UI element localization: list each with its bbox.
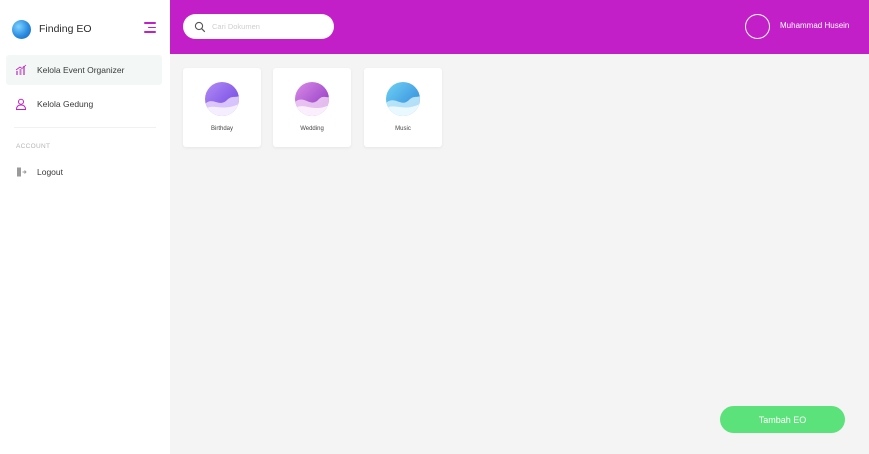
account-section-title: ACCOUNT xyxy=(16,143,51,150)
wedding-image-icon xyxy=(295,82,329,116)
user-icon xyxy=(14,97,28,111)
birthday-image-icon xyxy=(205,82,239,116)
sidebar-item-label: Kelola Event Organizer xyxy=(37,65,125,75)
add-eo-button[interactable]: Tambah EO xyxy=(720,406,845,433)
globe-logo-icon xyxy=(12,19,31,39)
category-card-music[interactable]: Music xyxy=(364,68,442,147)
sidebar-item-kelola-gedung[interactable]: Kelola Gedung xyxy=(6,89,162,119)
search-icon xyxy=(194,21,206,32)
music-image-icon xyxy=(386,82,420,116)
category-label: Music xyxy=(395,126,411,132)
avatar-icon[interactable] xyxy=(745,14,770,39)
menu-toggle-icon[interactable] xyxy=(144,22,156,34)
user-name[interactable]: Muhammad Husein xyxy=(780,21,849,30)
sidebar-item-label: Kelola Gedung xyxy=(37,99,94,109)
sidebar-divider xyxy=(14,127,156,128)
sidebar: Finding EO Kelola Event Organizer Kelola… xyxy=(0,0,170,454)
sidebar-item-kelola-event-organizer[interactable]: Kelola Event Organizer xyxy=(6,55,162,85)
category-card-wedding[interactable]: Wedding xyxy=(273,68,351,147)
brand[interactable]: Finding EO xyxy=(12,18,162,40)
category-label: Birthday xyxy=(210,126,233,132)
category-label: Wedding xyxy=(300,126,324,132)
category-card-birthday[interactable]: Birthday xyxy=(183,68,261,147)
logout-icon xyxy=(14,165,28,179)
search-box[interactable] xyxy=(183,14,334,39)
top-bar: Muhammad Husein xyxy=(170,0,869,54)
chart-icon xyxy=(14,63,28,77)
brand-name: Finding EO xyxy=(39,23,92,35)
search-input[interactable] xyxy=(212,22,322,31)
sidebar-item-logout[interactable]: Logout xyxy=(6,157,162,187)
sidebar-item-label: Logout xyxy=(37,167,63,177)
